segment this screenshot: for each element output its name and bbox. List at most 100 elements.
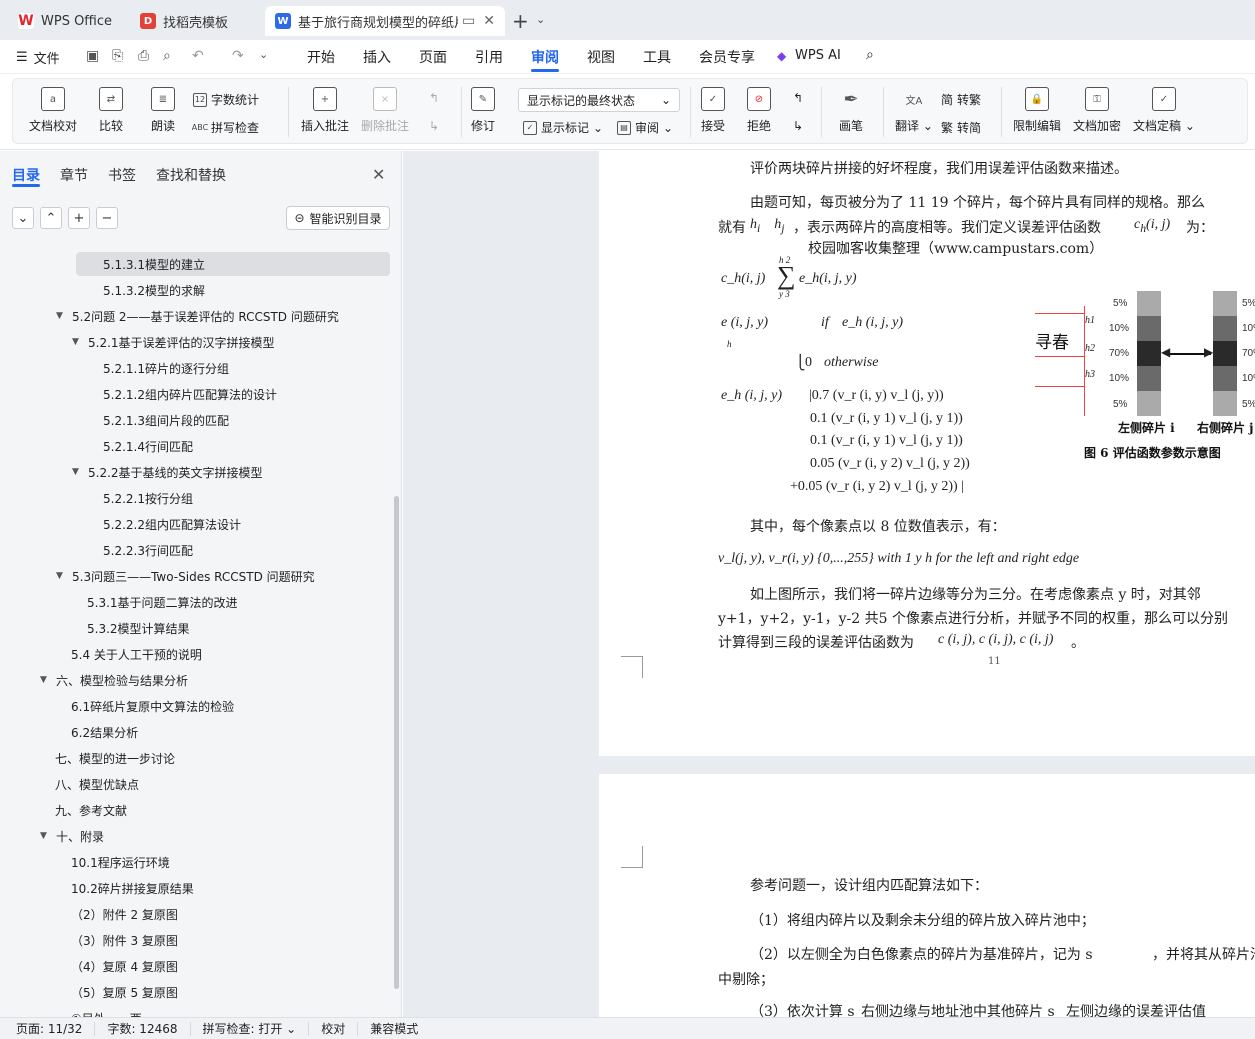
status-word-count[interactable]: 字数: 12468 xyxy=(95,1021,191,1036)
prev-change-icon[interactable]: ↰ xyxy=(793,91,803,105)
toc-item[interactable]: 5.2.2.3行间匹配 xyxy=(103,538,193,562)
word-count-button[interactable]: 12 字数统计 xyxy=(193,91,259,108)
export-icon[interactable]: ⎘ xyxy=(112,48,123,64)
review-pane-button[interactable]: ▤ 审阅 ⌄ xyxy=(617,119,673,136)
undo-icon[interactable]: ↶ xyxy=(192,48,204,64)
markup-state-select[interactable]: 显示标记的最终状态 ⌄ xyxy=(518,88,680,112)
accept-button[interactable]: ✓ 接受 xyxy=(701,87,725,134)
save-icon[interactable]: ▣ xyxy=(86,48,99,64)
reject-button[interactable]: ⊘ 拒绝 xyxy=(747,87,771,134)
to-traditional-button[interactable]: 简 转繁 xyxy=(941,91,981,108)
next-comment-icon[interactable]: ↳ xyxy=(429,119,439,133)
nav-tab-sections[interactable]: 章节 xyxy=(60,165,88,185)
toc-item[interactable]: 5.1.3.1模型的建立 xyxy=(76,252,390,276)
expand-down-icon[interactable]: ⌄ xyxy=(12,207,34,229)
toc-item[interactable]: 八、模型优缺点 xyxy=(55,772,139,796)
menu-tab-member[interactable]: 会员专享 xyxy=(699,47,755,67)
toc-item[interactable]: ▼ 5.2.2基于基线的英文字拼接模型 xyxy=(72,460,263,484)
read-aloud-button[interactable]: ≣ 朗读 xyxy=(151,87,175,134)
toc-item[interactable]: （3）附件 3 复原图 xyxy=(71,928,178,952)
toc-item[interactable]: 5.2.2.1按行分组 xyxy=(103,486,193,510)
expand-arrow-icon[interactable]: ▼ xyxy=(72,467,80,477)
toc-item[interactable]: 5.3.2模型计算结果 xyxy=(87,616,190,640)
add-heading-icon[interactable]: + xyxy=(68,207,90,229)
redo-icon[interactable]: ↷ xyxy=(232,48,244,64)
toc-item[interactable]: （5）复原 5 复原图 xyxy=(71,980,178,1004)
toc-item[interactable]: ▼ 5.2问题 2——基于误差评估的 RCCSTD 问题研究 xyxy=(56,304,339,328)
quick-access-menu-icon[interactable]: ⌄ xyxy=(259,48,268,61)
tab-docer-templates[interactable]: D 找稻壳模板 xyxy=(130,6,260,36)
menu-tab-home[interactable]: 开始 xyxy=(307,47,335,67)
status-page[interactable]: 页面: 11/32 xyxy=(0,1021,96,1036)
toc-item[interactable]: 5.2.1.2组内碎片匹配算法的设计 xyxy=(103,382,277,406)
status-proof[interactable]: 校对 xyxy=(309,1021,359,1036)
collapse-up-icon[interactable]: ⌃ xyxy=(40,207,62,229)
menu-tab-view[interactable]: 视图 xyxy=(587,47,615,67)
restrict-edit-button[interactable]: 🔒 限制编辑 xyxy=(1013,87,1061,134)
search-icon[interactable]: ⌕ xyxy=(866,47,874,63)
doc-check-button[interactable]: a 文档校对 xyxy=(29,87,77,134)
status-spell-check[interactable]: 拼写检查: 打开 ⌄ xyxy=(191,1021,310,1036)
menu-tab-insert[interactable]: 插入 xyxy=(363,47,391,67)
toc-item[interactable]: 九、参考文献 xyxy=(55,798,127,822)
document-page[interactable]: 参考问题一，设计组内匹配算法如下： （1）将组内碎片以及剩余未分组的碎片放入碎片… xyxy=(599,774,1255,1017)
nav-scrollbar[interactable] xyxy=(394,496,399,989)
toc-item[interactable]: 5.2.1.3组间片段的匹配 xyxy=(103,408,229,432)
menu-tab-tools[interactable]: 工具 xyxy=(643,47,671,67)
toc-item[interactable]: 5.2.2.2组内匹配算法设计 xyxy=(103,512,241,536)
toc-item[interactable]: 5.2.1.1碎片的逐行分组 xyxy=(103,356,229,380)
show-markup-button[interactable]: ✓ 显示标记 ⌄ xyxy=(523,119,603,136)
expand-arrow-icon[interactable]: ▼ xyxy=(40,675,48,685)
nav-tab-bookmarks[interactable]: 书签 xyxy=(108,165,136,185)
translate-button[interactable]: 文A 翻译 ⌄ xyxy=(895,87,933,134)
toc-item[interactable]: 10.2碎片拼接复原结果 xyxy=(71,876,194,900)
wps-ai-button[interactable]: WPS AI xyxy=(795,48,841,63)
toc-item[interactable]: ▼ 5.2.1基于误差评估的汉字拼接模型 xyxy=(72,330,275,354)
menu-tab-references[interactable]: 引用 xyxy=(475,47,503,67)
delete-comment-button[interactable]: × 删除批注 xyxy=(361,87,409,134)
close-icon[interactable]: ✕ xyxy=(372,165,385,184)
tab-wps-office[interactable]: W WPS Office xyxy=(8,6,124,36)
finalize-button[interactable]: ✓ 文档定稿 ⌄ xyxy=(1133,87,1195,134)
toc-item[interactable]: （2）附件 2 复原图 xyxy=(71,902,178,926)
toc-item[interactable]: 七、模型的进一步讨论 xyxy=(55,746,175,770)
menu-tab-review[interactable]: 审阅 xyxy=(531,47,559,67)
toc-item[interactable]: 6.1碎纸片复原中文算法的检验 xyxy=(71,694,234,718)
compare-button[interactable]: ⇄ 比较 xyxy=(99,87,123,134)
to-simplified-button[interactable]: 繁 转简 xyxy=(941,119,981,136)
encrypt-button[interactable]: ⚿ 文档加密 xyxy=(1073,87,1121,134)
expand-arrow-icon[interactable]: ▼ xyxy=(40,831,48,841)
print-icon[interactable]: ⎙ xyxy=(138,48,149,64)
nav-tab-find-replace[interactable]: 查找和替换 xyxy=(156,165,226,185)
print-preview-icon[interactable]: ⌕ xyxy=(163,48,171,64)
new-tab-button[interactable]: + xyxy=(512,9,529,33)
smart-toc-button[interactable]: ⊝ 智能识别目录 xyxy=(286,206,390,230)
toc-item[interactable]: ▼ 六、模型检验与结果分析 xyxy=(40,668,188,692)
toc-item[interactable]: 5.3.1基于问题二算法的改进 xyxy=(87,590,238,614)
toc-item[interactable]: （4）复原 4 复原图 xyxy=(71,954,178,978)
toc-item[interactable]: 5.1.3.2模型的求解 xyxy=(103,278,205,302)
close-icon[interactable]: ✕ xyxy=(483,13,495,29)
toc-item[interactable]: 10.1程序运行环境 xyxy=(71,850,170,874)
toc-item[interactable]: 6.2结果分析 xyxy=(71,720,138,744)
spell-check-button[interactable]: ABC 拼写检查 xyxy=(192,119,259,136)
toc-item[interactable]: ▼ 十、附录 xyxy=(40,824,104,848)
toc-item[interactable]: 5.2.1.4行间匹配 xyxy=(103,434,193,458)
nav-tab-toc[interactable]: 目录 xyxy=(12,165,40,185)
document-page[interactable]: 评价两块碎片拼接的好坏程度，我们用误差评估函数来描述。 由题可知，每页被分为了 … xyxy=(599,151,1255,756)
file-menu[interactable]: ☰ 文件 xyxy=(16,48,60,67)
toc-item[interactable]: ▼ 5.3问题三——Two-Sides RCCSTD 问题研究 xyxy=(56,564,315,588)
menu-tab-page[interactable]: 页面 xyxy=(419,47,447,67)
next-change-icon[interactable]: ↳ xyxy=(793,119,803,133)
expand-arrow-icon[interactable]: ▼ xyxy=(56,571,64,581)
toc-item[interactable]: ①目外——西 xyxy=(71,1006,142,1018)
tab-current-document[interactable]: W 基于旅行商规划模型的碎纸片拼 ▭ ✕ xyxy=(265,6,505,36)
insert-comment-button[interactable]: + 插入批注 xyxy=(301,87,349,134)
chevron-down-icon[interactable]: ⌄ xyxy=(536,13,545,26)
remove-heading-icon[interactable]: − xyxy=(96,207,118,229)
window-icon[interactable]: ▭ xyxy=(462,13,475,29)
expand-arrow-icon[interactable]: ▼ xyxy=(72,337,80,347)
toc-item[interactable]: 5.4 关于人工干预的说明 xyxy=(71,642,202,666)
document-area[interactable]: 评价两块碎片拼接的好坏程度，我们用误差评估函数来描述。 由题可知，每页被分为了 … xyxy=(403,151,1255,1017)
prev-comment-icon[interactable]: ↰ xyxy=(429,91,439,105)
